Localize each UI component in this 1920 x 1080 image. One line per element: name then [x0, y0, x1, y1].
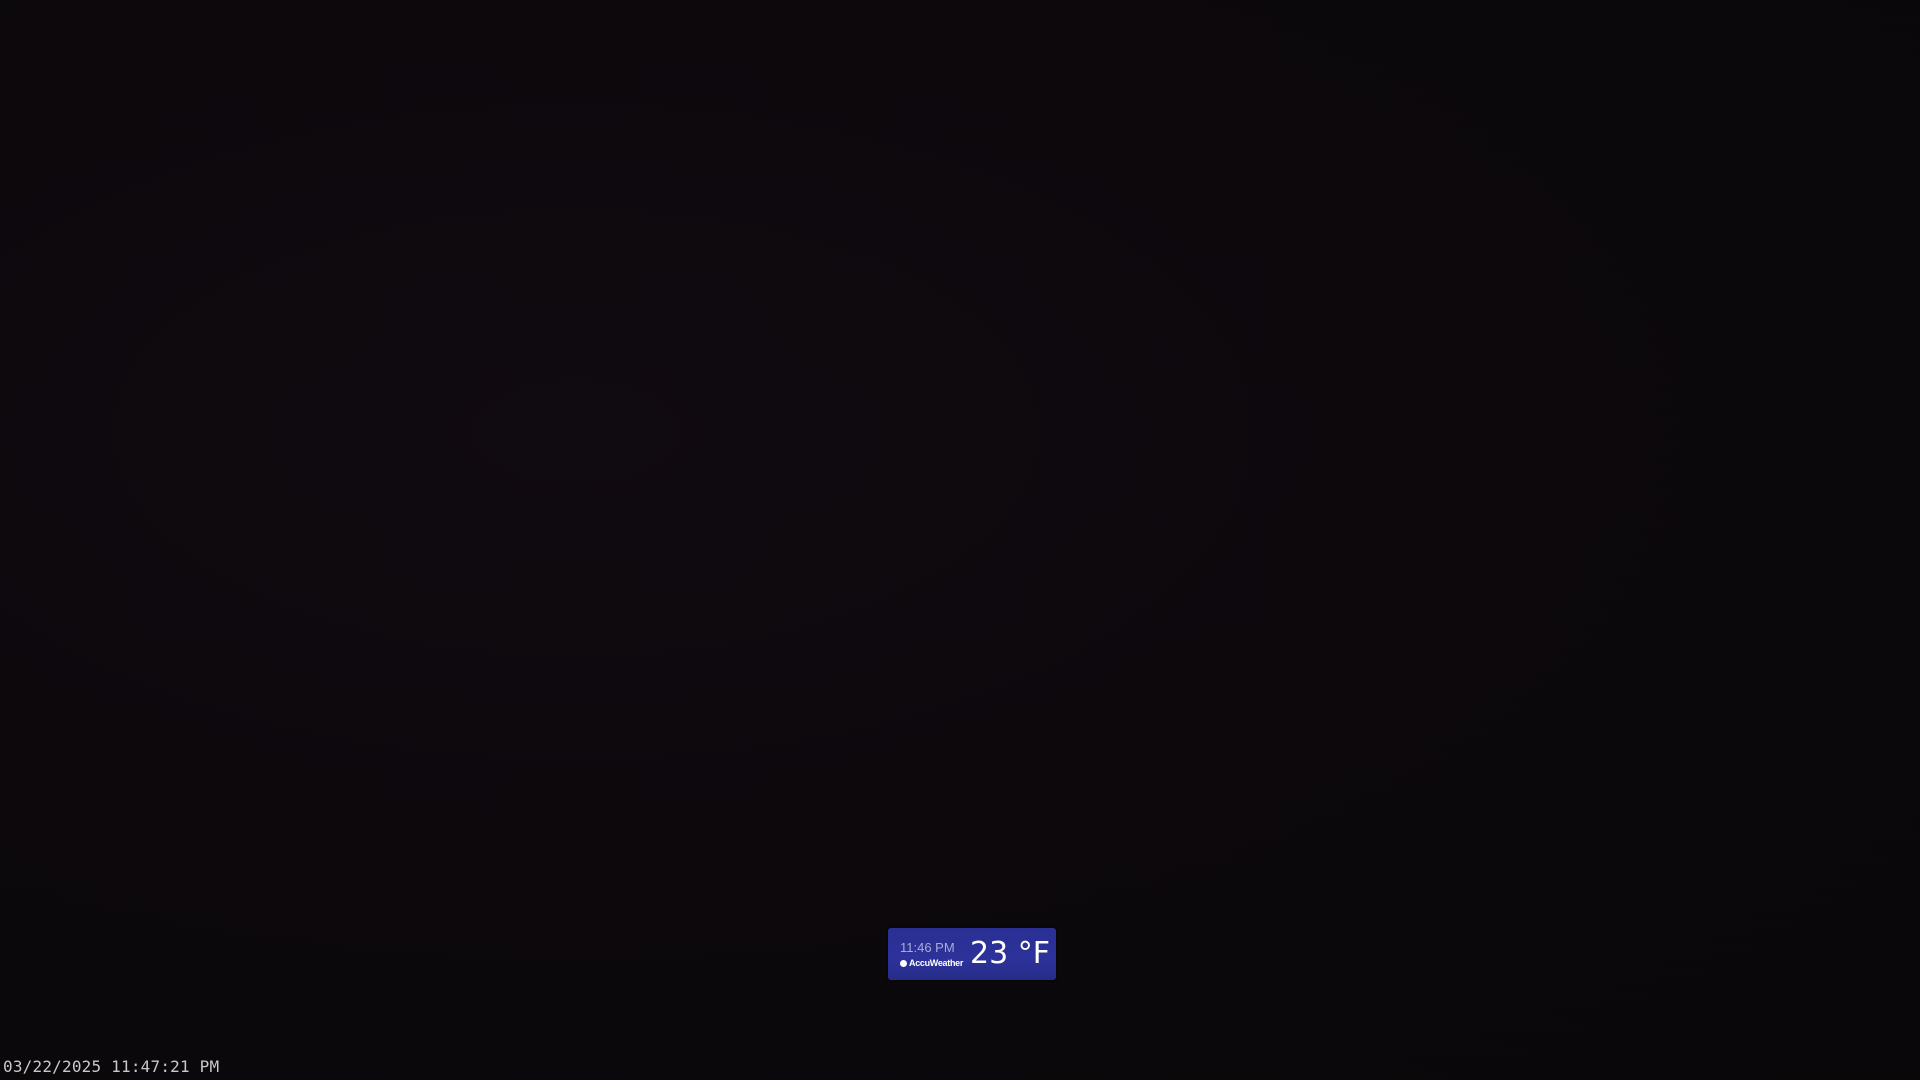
weather-widget: 11:46 PM AccuWeather 23 °F [888, 928, 1056, 980]
camera-timestamp: 03/22/2025 11:47:21 PM [3, 1057, 220, 1076]
webcam-frame: 11:46 PM AccuWeather 23 °F 03/22/2025 11… [0, 0, 1920, 1080]
weather-time: 11:46 PM [900, 940, 955, 955]
weather-info: 11:46 PM AccuWeather [900, 940, 968, 968]
night-sky-background [0, 0, 1920, 1080]
brand-name: AccuWeather [909, 958, 964, 968]
accuweather-logo-icon [900, 959, 907, 967]
brand-row: AccuWeather [900, 958, 968, 968]
temperature-readout: 23 °F [970, 936, 1050, 971]
